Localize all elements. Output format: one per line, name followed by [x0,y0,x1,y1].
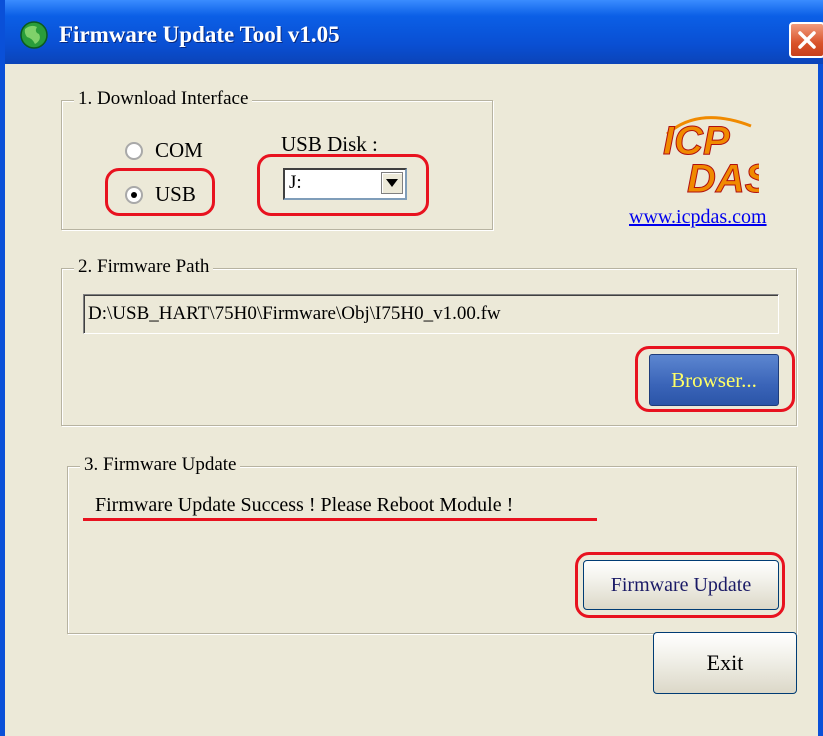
close-button[interactable] [789,22,823,58]
title-bar[interactable]: Firmware Update Tool v1.05 [5,0,823,64]
radio-com[interactable]: COM [125,138,203,163]
download-interface-legend: 1. Download Interface [74,88,253,110]
exit-button[interactable]: Exit [653,632,797,694]
close-icon [798,31,816,49]
app-window: Firmware Update Tool v1.05 1. Download I… [0,0,823,736]
window-title: Firmware Update Tool v1.05 [59,22,340,47]
annotation-usb-disk [257,154,429,216]
icpdas-logo: ICP DAS [663,116,759,198]
firmware-path-field[interactable]: D:\USB_HART\75H0\Firmware\Obj\I75H0_v1.0… [83,294,779,334]
annotation-usb-radio [105,168,215,216]
update-status-text: Firmware Update Success ! Please Reboot … [95,494,514,516]
annotation-firmware-update [575,552,785,618]
annotation-browse [635,346,795,412]
radio-com-label: COM [155,138,203,162]
website-link[interactable]: www.icpdas.com [629,206,767,229]
firmware-update-legend: 3. Firmware Update [80,454,241,476]
firmware-path-legend: 2. Firmware Path [74,256,214,278]
app-globe-icon [20,21,48,49]
radio-com-circle[interactable] [125,141,143,160]
logo-bottom-text: DAS [687,157,759,198]
annotation-status-underline [83,518,597,521]
